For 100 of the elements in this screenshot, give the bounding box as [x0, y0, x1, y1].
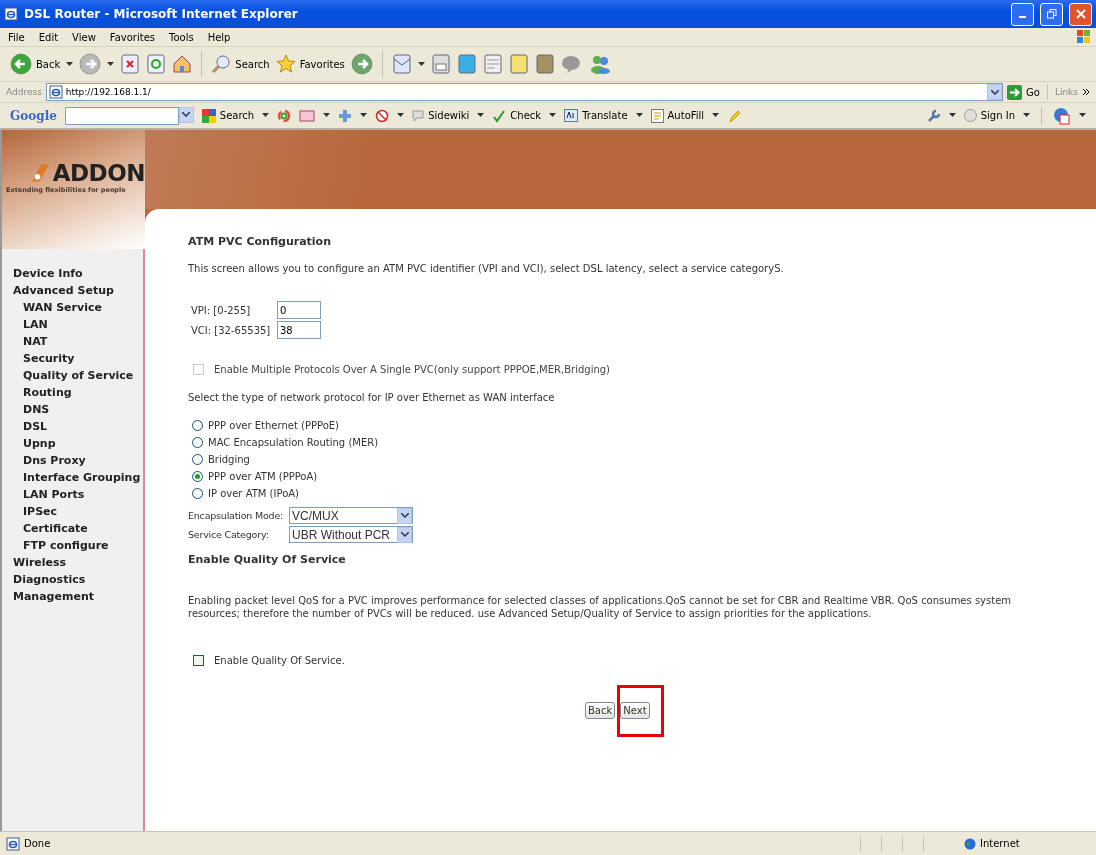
radio-label: PPP over Ethernet (PPPoE)	[208, 420, 339, 431]
menu-item[interactable]: Tools	[169, 31, 194, 43]
caret-icon[interactable]	[360, 113, 368, 118]
sidebar-item[interactable]: Management	[13, 588, 143, 605]
sign-in-button[interactable]: Sign In	[963, 109, 1015, 122]
go-button[interactable]: Go	[1007, 84, 1040, 100]
form-button[interactable]: Next	[620, 702, 650, 719]
field-label: VCI: [32-65535]	[190, 324, 272, 336]
radio-button[interactable]	[192, 471, 203, 482]
caret-icon[interactable]	[1023, 113, 1030, 118]
arrow-icon	[1007, 84, 1022, 100]
blocked-popup-icon[interactable]	[375, 108, 390, 123]
logo-icon	[30, 162, 51, 184]
form-button[interactable]: Back	[585, 702, 616, 719]
sidebar-item[interactable]: DNS	[13, 401, 143, 418]
toolbar-button[interactable]: Search	[201, 108, 255, 123]
caret-icon[interactable]	[417, 61, 425, 67]
caret-icon[interactable]	[107, 61, 115, 67]
minimize-button[interactable]	[1011, 2, 1034, 26]
google-search-field[interactable]	[64, 106, 179, 125]
caret-icon[interactable]	[549, 113, 557, 118]
qos-description: Enabling packet level QoS for a PVC improves performance for selected classes of applications.QoS cannot be set for CBR and Realtime VBR. QoS consumes system resources; therefore the number of PVCs will be reduced. use Advanced Setup/Quality of Service to assign priorities for the applications.	[188, 594, 1013, 620]
sidebar-item[interactable]: FTP configure	[13, 537, 143, 554]
toolbar-button[interactable]: Sidewiki	[412, 109, 470, 122]
toolbar-button[interactable]: Check	[492, 108, 542, 123]
forward-button[interactable]	[79, 53, 102, 75]
speech-bubble-icon	[412, 109, 425, 122]
input-field[interactable]: 38	[277, 321, 321, 339]
caret-icon[interactable]	[262, 113, 270, 118]
sidebar-item[interactable]: Quality of Service	[13, 367, 143, 384]
caret-icon[interactable]	[397, 113, 405, 118]
menu-item[interactable]: Favorites	[109, 31, 155, 43]
sidebar-item[interactable]: IPSec	[13, 503, 143, 520]
menu-item[interactable]: View	[72, 31, 96, 43]
toolbar-button[interactable]: AutoFill	[650, 108, 705, 123]
close-button[interactable]	[1069, 2, 1092, 26]
caret-icon[interactable]	[477, 113, 485, 118]
sidebar-item[interactable]: NAT	[13, 333, 143, 350]
caret-icon[interactable]	[66, 61, 74, 67]
sidebar-item[interactable]: WAN Service	[13, 299, 143, 316]
colored-squares-icon	[201, 108, 216, 123]
select-field[interactable]: VC/MUX	[289, 507, 413, 524]
home-button[interactable]	[172, 54, 193, 74]
form-icon	[650, 108, 664, 123]
checkbox[interactable]	[193, 654, 204, 666]
caret-icon[interactable]	[712, 113, 720, 118]
refresh-button[interactable]	[146, 54, 167, 74]
circle-icon	[963, 109, 977, 122]
globe-icon	[964, 837, 976, 850]
browser-icon	[4, 7, 18, 21]
radio-button[interactable]	[192, 488, 203, 499]
sidebar-item[interactable]: Routing	[13, 384, 143, 401]
note-button[interactable]	[508, 54, 529, 74]
protocol-prompt: Select the type of network protocol for IP over Ethernet as WAN interface	[188, 392, 556, 403]
swirl-icon[interactable]	[277, 108, 292, 123]
radio-button[interactable]	[192, 437, 203, 448]
caret-icon[interactable]	[635, 113, 643, 118]
radio-label: IP over ATM (IPoA)	[208, 488, 299, 499]
radio-button[interactable]	[192, 420, 203, 431]
window-title: DSL Router - Microsoft Internet Explorer	[24, 7, 299, 21]
radio-button[interactable]	[192, 454, 203, 465]
wrench-icon[interactable]	[926, 108, 941, 123]
menu-item[interactable]: Edit	[38, 31, 59, 43]
caret-icon[interactable]	[1079, 113, 1086, 118]
menu-item[interactable]: Help	[207, 31, 231, 43]
sidebar-item[interactable]: LAN Ports	[13, 486, 143, 503]
caret-icon[interactable]	[323, 113, 331, 118]
caret-icon[interactable]	[948, 113, 956, 118]
sidebar-item[interactable]: Diagnostics	[13, 571, 143, 588]
people-icon[interactable]	[588, 54, 611, 74]
sidebar-item[interactable]: DSL	[13, 418, 143, 435]
sidebar-item[interactable]: Device Info	[13, 265, 143, 282]
sidebar-item[interactable]: Dns Proxy	[13, 452, 143, 469]
toolbar-button[interactable]: Translate	[564, 109, 628, 122]
mail-button[interactable]	[391, 54, 412, 74]
menu-item[interactable]: File	[8, 31, 25, 43]
sidebar-item[interactable]: Interface Grouping	[13, 469, 143, 486]
radio-label: PPP over ATM (PPPoA)	[208, 471, 318, 482]
favorites-button[interactable]: Favorites	[275, 54, 345, 74]
print-button[interactable]	[430, 54, 451, 74]
sidebar-item[interactable]: Security	[13, 350, 143, 367]
sidebar-item[interactable]: Certificate	[13, 520, 143, 537]
address-field[interactable]: http://192.168.1.1/	[45, 83, 1003, 101]
spellcheck-icon	[492, 108, 507, 123]
sidebar-item[interactable]: LAN	[13, 316, 143, 333]
stop-button[interactable]	[120, 54, 141, 74]
chevron-icon[interactable]	[1082, 88, 1090, 96]
history-button[interactable]	[350, 53, 373, 75]
select-label: Encapsulation Mode:	[188, 510, 285, 521]
sidebar-item[interactable]: Advanced Setup	[13, 282, 143, 299]
restore-button[interactable]	[1040, 2, 1063, 26]
sidebar-item[interactable]: Wireless	[13, 554, 143, 571]
edit-button[interactable]	[482, 54, 503, 74]
select-field[interactable]: UBR Without PCR	[289, 526, 413, 543]
back-button[interactable]: Back	[10, 53, 61, 75]
input-field[interactable]: 0	[277, 301, 321, 319]
checkbox-label: Enable Multiple Protocols Over A Single PVC(only support PPPOE,MER,Bridging)	[214, 363, 610, 375]
sidebar-item[interactable]: Upnp	[13, 435, 143, 452]
search-button[interactable]: Search	[211, 54, 270, 74]
close-icon	[1075, 9, 1086, 19]
